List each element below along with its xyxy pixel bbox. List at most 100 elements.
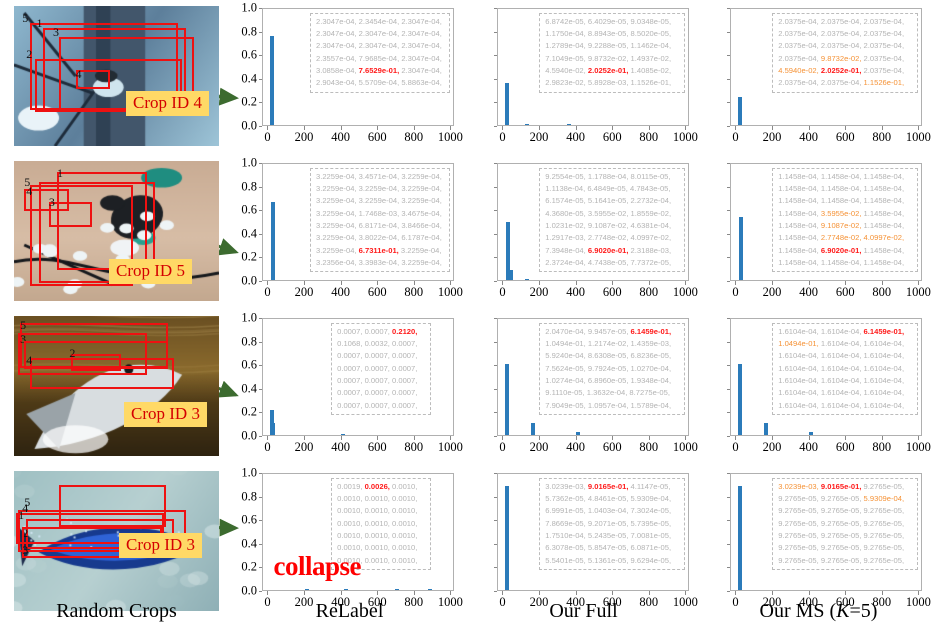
- y-tick-mark: [258, 436, 262, 437]
- y-tick-mark: [258, 210, 262, 212]
- value-token: 1.1458e-04,: [863, 184, 905, 194]
- x-tick-mark: [575, 436, 577, 440]
- value-token: 0.0007,: [337, 326, 365, 336]
- collapse-annotation: collapse: [273, 550, 362, 581]
- value-token: 4.6381e-04,: [630, 220, 672, 230]
- x-tick-mark: [450, 126, 452, 130]
- x-tick-label: 800: [404, 130, 424, 144]
- x-tick-label: 0: [264, 130, 271, 144]
- value-token: 0.0007,: [364, 326, 393, 336]
- value-token: 0.0010,: [337, 518, 365, 528]
- x-tick-label: 1000: [905, 440, 931, 454]
- value-token: 1.6104e-04,: [863, 375, 905, 385]
- y-tick-mark: [258, 257, 262, 259]
- value-token: 1.1458e-04,: [820, 171, 864, 181]
- crop-index-label: 4: [75, 66, 82, 81]
- value-token: 2.0375e-04,: [778, 53, 821, 63]
- x-tick-label: 800: [404, 440, 424, 454]
- value-token: 2.0375e-04,: [778, 78, 821, 88]
- value-token: 9.2765e-05,: [820, 506, 864, 516]
- value-token: 6.4029e-05,: [587, 16, 631, 26]
- value-token: 1.6104e-04,: [820, 400, 864, 410]
- value-token: 8.8943e-05,: [587, 29, 631, 39]
- x-tick-label: 1000: [437, 130, 463, 144]
- x-tick-mark: [340, 591, 342, 595]
- x-tick-label: 200: [294, 285, 314, 299]
- value-token: 0.0007,: [337, 363, 365, 373]
- probability-value-box: 3.2259e-04, 3.4571e-04, 3.2259e-04, 3.225…: [310, 167, 451, 273]
- plot-area: 0 200 400 600 800 1000 2.0375e-04, 2.0375e-04,…: [726, 8, 931, 144]
- x-tick-mark: [575, 591, 577, 595]
- y-tick-mark: [726, 186, 730, 188]
- value-token: 9.2765e-05,: [778, 543, 821, 553]
- value-token: 4.7843e-05,: [629, 184, 671, 194]
- value-token: 0.0010,: [392, 555, 418, 565]
- value-token: 9.8732e-02,: [820, 53, 864, 63]
- value-line: 1.0231e-02, 9.1087e-02, 4.6381e-04,: [545, 220, 679, 232]
- value-line: 1.6104e-04, 1.6104e-04, 1.6104e-04,: [778, 350, 912, 362]
- value-token: 2.9043e-04,: [316, 78, 359, 88]
- probability-value-box: 2.0470e-04, 9.9457e-05, 6.1459e-01, 1.049…: [539, 322, 686, 415]
- value-token: 2.0375e-04,: [863, 16, 905, 26]
- value-token: 1.0231e-02,: [545, 220, 588, 230]
- probability-value-box: 9.2554e-05, 1.1788e-04, 8.0115e-05, 1.113…: [539, 167, 686, 273]
- value-token: 0.0007,: [392, 375, 418, 385]
- value-token: 5.9309e-04,: [863, 494, 905, 504]
- value-token: 0.0007,: [337, 351, 365, 361]
- value-token: 1.1526e-01,: [630, 78, 672, 88]
- y-tick-mark: [493, 102, 497, 104]
- value-token: 6.8742e-05,: [545, 16, 588, 26]
- x-tick-label: 200: [762, 130, 782, 144]
- plot-area: 0.0 0.2 0.4 0.6 0.8 1.0 0 200 400 600 800 1000 2.304…: [241, 1, 462, 145]
- value-line: 1.2917e-03, 2.7748e-02, 4.0997e-02,: [545, 232, 679, 244]
- y-tick-mark: [726, 163, 730, 164]
- x-tick-label: 1000: [672, 285, 698, 299]
- value-token: 1.1458e-04,: [820, 184, 864, 194]
- x-tick-mark: [502, 591, 504, 595]
- y-tick-mark: [726, 233, 730, 235]
- value-line: 0.0007, 0.0007, 0.0007,: [337, 363, 425, 375]
- x-tick-mark: [340, 436, 342, 440]
- value-token: 1.1458e-04,: [863, 208, 905, 218]
- x-tick-mark: [267, 126, 269, 130]
- crop-index-label: 5: [20, 317, 27, 332]
- value-token: 9.2071e-05,: [587, 518, 631, 528]
- bar: [525, 123, 530, 125]
- value-line: 0.0010, 0.0010, 0.0010,: [337, 530, 425, 542]
- x-tick-mark: [772, 126, 774, 130]
- value-token: 3.4675e-04,: [401, 208, 442, 218]
- value-line: 2.3047e-04, 2.3047e-04, 2.3047e-04,: [316, 28, 444, 40]
- bar: [525, 278, 530, 280]
- y-tick-label: 0.0: [241, 273, 257, 288]
- x-tick-label: 1000: [905, 130, 931, 144]
- x-tick-mark: [502, 126, 504, 130]
- value-token: 3.2259e-04,: [401, 171, 442, 181]
- y-tick-label: 0.2: [241, 559, 257, 574]
- value-token: 9.2765e-05,: [863, 518, 905, 528]
- value-token: 6.4849e-05,: [587, 184, 630, 194]
- value-token: 2.9823e-02,: [545, 78, 588, 88]
- y-tick-mark: [726, 473, 730, 474]
- x-tick-mark: [735, 436, 737, 440]
- x-tick-mark: [845, 126, 847, 130]
- bar: [738, 216, 743, 280]
- value-token: 1.1788e-04,: [587, 171, 631, 181]
- y-tick-mark: [493, 591, 497, 592]
- value-line: 1.0494e-01, 1.2174e-02, 1.4359e-03,: [545, 338, 679, 350]
- x-tick-label: 0: [732, 440, 739, 454]
- value-token: 9.2765e-05,: [863, 555, 905, 565]
- y-tick-label: 1.0: [241, 310, 257, 325]
- crop-image-cell: 5 4 1 2 3 Crop ID 3: [0, 465, 232, 620]
- value-token: 0.0007,: [392, 388, 418, 398]
- value-token: 6.0871e-05,: [630, 543, 672, 553]
- value-token: 0.0007,: [337, 388, 365, 398]
- y-tick-mark: [493, 126, 497, 127]
- value-token: 3.3983e-04,: [358, 257, 402, 267]
- value-line: 2.0470e-04, 9.9457e-05, 6.1459e-01,: [545, 326, 679, 338]
- value-token: 2.3454e-04,: [358, 16, 402, 26]
- x-tick-mark: [267, 436, 269, 440]
- value-line: 7.1049e-05, 9.8732e-02, 1.4937e-02,: [545, 53, 679, 65]
- x-tick-mark: [918, 436, 920, 440]
- histogram-panel-1: 0.0 0.2 0.4 0.6 0.8 1.0 0 200 400 600 800 1000 2.304…: [232, 0, 467, 155]
- probability-value-box: 3.0239e-03, 9.0165e-01, 9.2765e-05, 9.276…: [772, 477, 919, 570]
